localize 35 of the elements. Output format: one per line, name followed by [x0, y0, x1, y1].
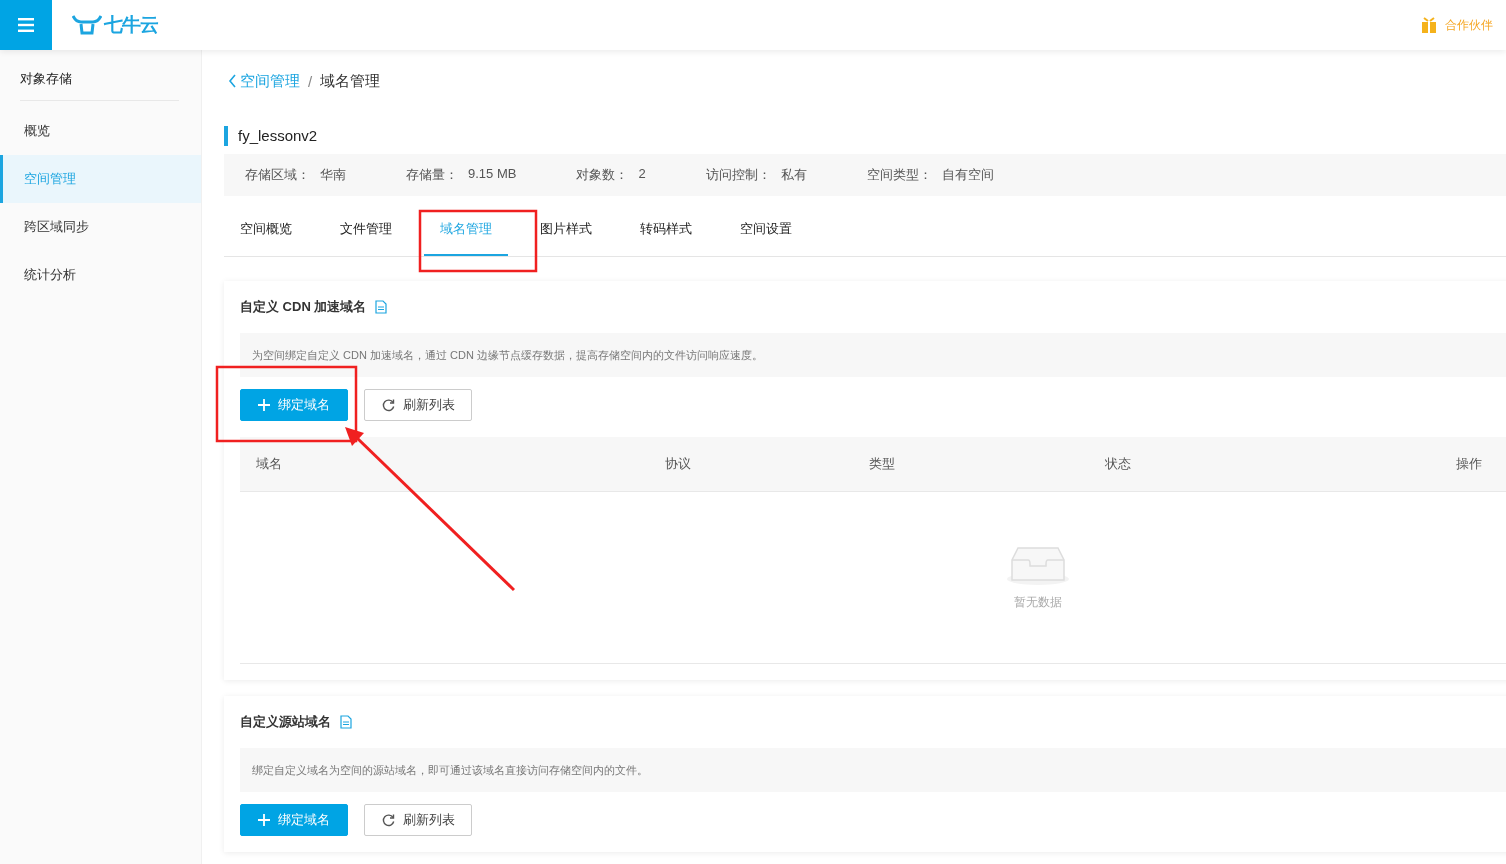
info-label: 空间类型： [866, 166, 932, 184]
info-label: 存储量： [406, 166, 458, 184]
tab[interactable]: 转码样式 [624, 204, 708, 256]
column-header: 域名 [256, 455, 283, 473]
refresh-button[interactable]: 刷新列表 [364, 804, 472, 836]
sidebar-item[interactable]: 统计分析 [0, 251, 201, 299]
breadcrumb-separator: / [308, 72, 313, 90]
section-title: 自定义源站域名 [240, 713, 331, 731]
column-header: 状态 [1105, 455, 1132, 473]
sidebar-item[interactable]: 概览 [0, 107, 201, 155]
column-header: 协议 [665, 455, 692, 473]
tab[interactable]: 文件管理 [324, 204, 408, 256]
column-header: 操作 [1456, 455, 1483, 473]
column-header: 类型 [869, 455, 896, 473]
section-title: 自定义 CDN 加速域名 [240, 298, 367, 316]
description-text: 绑定自定义域名为空间的源站域名，即可通过该域名直接访问存储空间内的文件。 [240, 748, 1506, 792]
breadcrumb-current: 域名管理 [320, 71, 381, 91]
info-value: 华南 [320, 166, 346, 184]
sidebar-item[interactable]: 跨区域同步 [0, 203, 201, 251]
tab[interactable]: 空间概览 [224, 204, 308, 256]
info-value: 自有空间 [941, 166, 994, 184]
info-label: 对象数： [576, 166, 629, 184]
sidebar-title: 对象存储 [20, 70, 179, 101]
tab[interactable]: 空间设置 [724, 204, 808, 256]
refresh-button[interactable]: 刷新列表 [364, 389, 472, 421]
info-value: 9.15 MB [468, 166, 517, 183]
tab[interactable]: 图片样式 [524, 204, 608, 256]
logo-text: 七牛云 [104, 13, 158, 37]
info-label: 存储区域： [245, 166, 310, 184]
info-value: 私有 [780, 166, 807, 184]
bucket-name: fy_lessonv2 [224, 126, 1506, 146]
description-text: 为空间绑定自定义 CDN 加速域名，通过 CDN 边缘节点缓存数据，提高存储空间内的文件访问响应速度。 [240, 333, 1506, 377]
info-label: 访问控制： [705, 166, 771, 184]
info-value: 2 [638, 166, 646, 183]
empty-text: 暂无数据 [1014, 594, 1062, 611]
